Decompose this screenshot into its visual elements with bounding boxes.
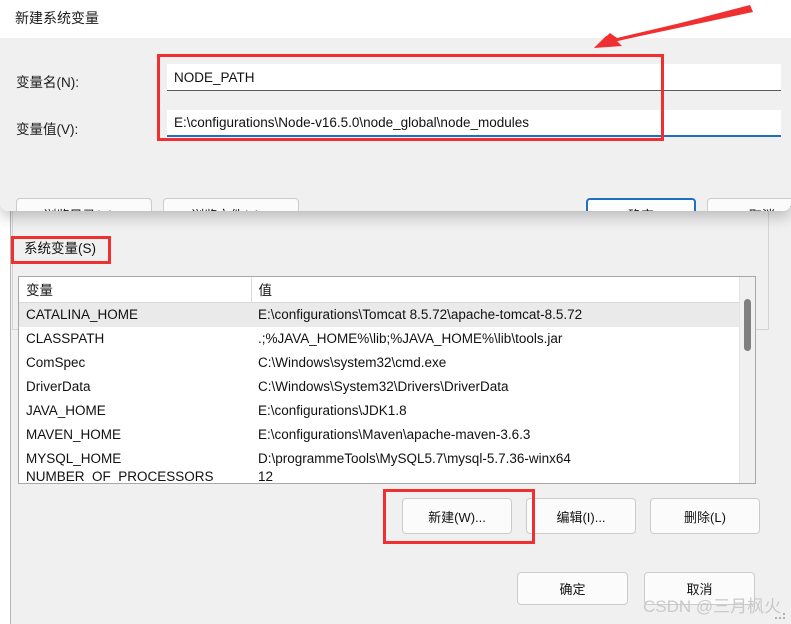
table-header-row: 变量 值	[19, 277, 755, 303]
variable-value-label: 变量值(V):	[16, 122, 79, 137]
delete-variable-button[interactable]: 删除(L)	[650, 498, 760, 534]
table-row[interactable]: MAVEN_HOME E:\configurations\Maven\apache…	[19, 423, 755, 447]
dialog-body: 变量名(N): 变量值(V): 浏览目录(D)... 浏览文件(F)... 确定…	[0, 38, 791, 211]
table-cell-variable: CLASSPATH	[26, 331, 105, 346]
new-system-variable-dialog: 新建系统变量 变量名(N): 变量值(V): 浏览目录(D)... 浏览文件(F…	[0, 0, 791, 211]
table-cell-value: E:\configurations\JDK1.8	[258, 403, 407, 418]
table-cell-value: E:\configurations\Tomcat 8.5.72\apache-t…	[251, 302, 755, 327]
table-vertical-scrollbar[interactable]	[739, 277, 755, 483]
table-head: 变量 值	[19, 277, 755, 303]
table-cell-value: 12	[258, 471, 274, 483]
table-cell-value: C:\Windows\system32\cmd.exe	[258, 355, 447, 370]
table-cell-variable: NUMBER_OF_PROCESSORS	[26, 471, 214, 483]
edit-variable-button[interactable]: 编辑(I)...	[526, 498, 636, 534]
variable-value-input[interactable]	[167, 110, 781, 137]
table-scrollbar-thumb[interactable]	[744, 299, 751, 351]
variable-name-input[interactable]	[167, 64, 781, 91]
browse-file-button[interactable]: 浏览文件(F)...	[163, 198, 299, 211]
table-row[interactable]: CATALINA_HOME E:\configurations\Tomcat 8.…	[19, 302, 755, 327]
column-header-variable[interactable]: 变量	[19, 277, 252, 303]
background-ok-button[interactable]: 确定	[517, 572, 628, 605]
table-row[interactable]: JAVA_HOME E:\configurations\JDK1.8	[19, 399, 755, 423]
table-cell-value: D:\programmeTools\MySQL5.7\mysql-5.7.36-…	[258, 451, 571, 466]
table-cell-variable: CATALINA_HOME	[19, 302, 251, 327]
column-header-value[interactable]: 值	[251, 277, 755, 303]
dialog-ok-button[interactable]: 确定	[586, 198, 696, 211]
dialog-title: 新建系统变量	[15, 10, 99, 26]
table-cell-value: E:\configurations\Maven\apache-maven-3.6…	[258, 427, 531, 442]
screenshot-root: 系统变量(S) 变量 值 CATALINA_HOME E:\configurati…	[0, 0, 791, 624]
variable-name-label: 变量名(N):	[16, 75, 79, 90]
system-variables-action-buttons: 新建(W)... 编辑(I)... 删除(L)	[402, 498, 760, 536]
system-variables-table-element: 变量 值 CATALINA_HOME E:\configurations\Tomc…	[19, 277, 755, 483]
table-row[interactable]: DriverData C:\Windows\System32\Drivers\Dr…	[19, 375, 755, 399]
table-cell-variable: JAVA_HOME	[26, 403, 106, 418]
resize-grip-icon[interactable]	[775, 609, 787, 621]
table-cell-value: .;%JAVA_HOME%\lib;%JAVA_HOME%\lib\tools.…	[258, 331, 563, 346]
dialog-titlebar: 新建系统变量	[0, 0, 791, 38]
table-cell-variable: MAVEN_HOME	[26, 427, 122, 442]
csdn-watermark: CSDN @三月枫火	[643, 597, 782, 616]
dialog-cancel-button[interactable]: 取消	[707, 198, 791, 211]
table-body: CATALINA_HOME E:\configurations\Tomcat 8.…	[19, 302, 755, 483]
table-cell-variable: ComSpec	[26, 355, 86, 370]
system-variables-table[interactable]: 变量 值 CATALINA_HOME E:\configurations\Tomc…	[18, 276, 756, 484]
table-row[interactable]: NUMBER_OF_PROCESSORS 12	[19, 471, 755, 483]
table-cell-value: C:\Windows\System32\Drivers\DriverData	[258, 379, 509, 394]
browse-directory-button[interactable]: 浏览目录(D)...	[16, 198, 152, 211]
table-row[interactable]: CLASSPATH .;%JAVA_HOME%\lib;%JAVA_HOME%\l…	[19, 327, 755, 351]
system-variables-groupbox-label: 系统变量(S)	[22, 240, 99, 258]
table-row[interactable]: ComSpec C:\Windows\system32\cmd.exe	[19, 351, 755, 375]
new-variable-button[interactable]: 新建(W)...	[402, 498, 512, 534]
table-row[interactable]: MYSQL_HOME D:\programmeTools\MySQL5.7\mys…	[19, 447, 755, 471]
table-cell-variable: DriverData	[26, 379, 91, 394]
table-cell-variable: MYSQL_HOME	[26, 451, 122, 466]
